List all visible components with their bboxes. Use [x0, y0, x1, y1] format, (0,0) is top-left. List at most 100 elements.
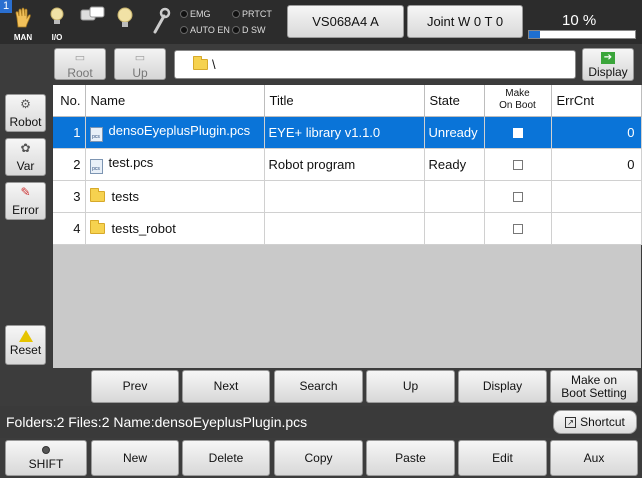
sidebar-error-button[interactable]: ✎ Error [5, 182, 46, 220]
table-row[interactable]: 1 pcs densoEyeplusPlugin.pcs EYE+ library v… [53, 116, 642, 149]
joint-mode-button[interactable]: Joint W 0 T 0 [407, 5, 523, 38]
file-title: EYE+ library v1.1.0 [264, 116, 425, 149]
error-log-icon: ✎ [20, 185, 31, 199]
io-label: I/O [51, 33, 63, 42]
file-name-cell[interactable]: pcs densoEyeplusPlugin.pcs [85, 116, 265, 149]
make-on-boot-cell [484, 180, 552, 213]
sidebar-var-button[interactable]: ✿ Var [5, 138, 46, 176]
make-on-boot-checkbox[interactable] [512, 128, 523, 139]
file-name-cell[interactable]: pcs test.pcs [85, 148, 265, 181]
row-number: 3 [53, 180, 86, 213]
copy-button[interactable]: Copy [274, 440, 363, 476]
error-count [551, 212, 642, 245]
reset-label: Reset [9, 343, 42, 357]
make-on-boot-line2: Boot Setting [561, 385, 627, 400]
error-count: 0 [551, 116, 642, 149]
speed-percent: 10 % [562, 12, 597, 29]
info-line: Folders:2 Files:2 Name:densoEyeplusPlugi… [0, 406, 642, 438]
table-row[interactable]: 3 tests [53, 180, 642, 213]
sidebar-error-label: Error [12, 203, 39, 217]
auto-en-lamp: AUTO EN [180, 25, 230, 35]
column-header-state[interactable]: State [424, 85, 485, 117]
error-count: 0 [551, 148, 642, 181]
shift-label: SHIFT [28, 456, 64, 471]
root-folder-icon: ▭ [74, 52, 86, 64]
lamp-indicator[interactable] [110, 6, 140, 42]
paste-button[interactable]: Paste [366, 440, 455, 476]
row-number: 1 [53, 116, 86, 149]
manual-mode-indicator[interactable]: MAN [8, 6, 38, 42]
chat-bubbles-icon [80, 6, 105, 21]
make-on-boot-line1: Make on [570, 372, 618, 387]
column-header-name[interactable]: Name [85, 85, 265, 117]
file-state: Ready [424, 148, 485, 181]
shift-button[interactable]: SHIFT [5, 440, 87, 476]
display-action-button[interactable]: Display [458, 370, 547, 403]
column-header-make-on-boot[interactable]: Make On Boot [484, 85, 552, 117]
up-button[interactable]: Up [366, 370, 455, 403]
prev-button[interactable]: Prev [91, 370, 179, 403]
lamp-dot-icon [180, 26, 188, 34]
lamp-dot-icon [232, 10, 240, 18]
pcs-file-icon: pcs [89, 126, 103, 142]
column-header-errcnt[interactable]: ErrCnt [551, 85, 642, 117]
current-path: \ [212, 57, 216, 72]
file-table-area: No. Name Title State Make On Boot ErrCnt … [53, 85, 642, 368]
sidebar-var-label: Var [16, 159, 35, 173]
column-header-no[interactable]: No. [53, 85, 86, 117]
file-state [424, 180, 485, 213]
robot-model-button[interactable]: VS068A4 A [287, 5, 404, 38]
make-on-boot-checkbox[interactable] [512, 160, 523, 171]
edit-button[interactable]: Edit [458, 440, 547, 476]
up-folder-button[interactable]: ▭ Up [114, 48, 166, 80]
new-button[interactable]: New [91, 440, 179, 476]
make-on-boot-checkbox[interactable] [512, 192, 523, 203]
up-folder-icon: ▭ [134, 52, 146, 64]
table-header-row: No. Name Title State Make On Boot ErrCnt [53, 85, 642, 117]
folder-icon [89, 187, 105, 202]
sidebar-robot-button[interactable]: ⚙ Robot [5, 94, 46, 132]
speed-bar[interactable] [528, 30, 636, 39]
file-name-cell[interactable]: tests [85, 180, 265, 213]
warning-icon [18, 330, 33, 342]
table-row[interactable]: 4 tests_robot [53, 212, 642, 245]
shortcut-button[interactable]: ↗ Shortcut [553, 410, 637, 434]
file-state: Unready [424, 116, 485, 149]
function-bar: SHIFT New Delete Copy Paste Edit Aux [0, 438, 642, 478]
reset-button[interactable]: Reset [5, 325, 46, 365]
display-button[interactable]: ➔ Display [582, 48, 634, 81]
file-name: test.pcs [108, 154, 154, 170]
file-title [264, 180, 425, 213]
row-number: 4 [53, 212, 86, 245]
message-indicator[interactable] [78, 6, 108, 42]
next-button[interactable]: Next [182, 370, 270, 403]
file-name: tests [111, 188, 139, 204]
aux-button[interactable]: Aux [550, 440, 638, 476]
up-label: Up [132, 66, 148, 80]
file-name-cell[interactable]: tests_robot [85, 212, 265, 245]
make-on-boot-setting-button[interactable]: Make on Boot Setting [550, 370, 638, 403]
path-toolbar: ▭ Root ▭ Up \ ➔ Display [0, 44, 642, 84]
variables-icon: ✿ [20, 141, 31, 155]
status-bar: 1 MAN I/O EMG AUTO EN PRTCT D SW VS068A4… [0, 0, 642, 44]
file-state [424, 212, 485, 245]
table-row[interactable]: 2 pcs test.pcs Robot program Ready 0 [53, 148, 642, 181]
tool-indicator[interactable] [146, 6, 176, 42]
make-on-boot-cell [484, 116, 552, 149]
root-button[interactable]: ▭ Root [54, 48, 106, 80]
current-path-field[interactable]: \ [174, 50, 576, 79]
lightbulb-icon [50, 7, 64, 24]
file-title: Robot program [264, 148, 425, 181]
search-button[interactable]: Search [274, 370, 363, 403]
lamp-dot-icon [232, 26, 240, 34]
wrench-icon [153, 7, 171, 34]
io-indicator[interactable]: I/O [42, 6, 72, 42]
dsw-lamp: D SW [232, 25, 266, 35]
column-header-title[interactable]: Title [264, 85, 425, 117]
make-on-boot-checkbox[interactable] [512, 224, 523, 235]
arrow-right-icon: ➔ [601, 52, 615, 64]
delete-button[interactable]: Delete [182, 440, 270, 476]
file-name: densoEyeplusPlugin.pcs [108, 122, 251, 138]
file-table: No. Name Title State Make On Boot ErrCnt … [53, 85, 642, 245]
emg-label: EMG [190, 9, 211, 19]
